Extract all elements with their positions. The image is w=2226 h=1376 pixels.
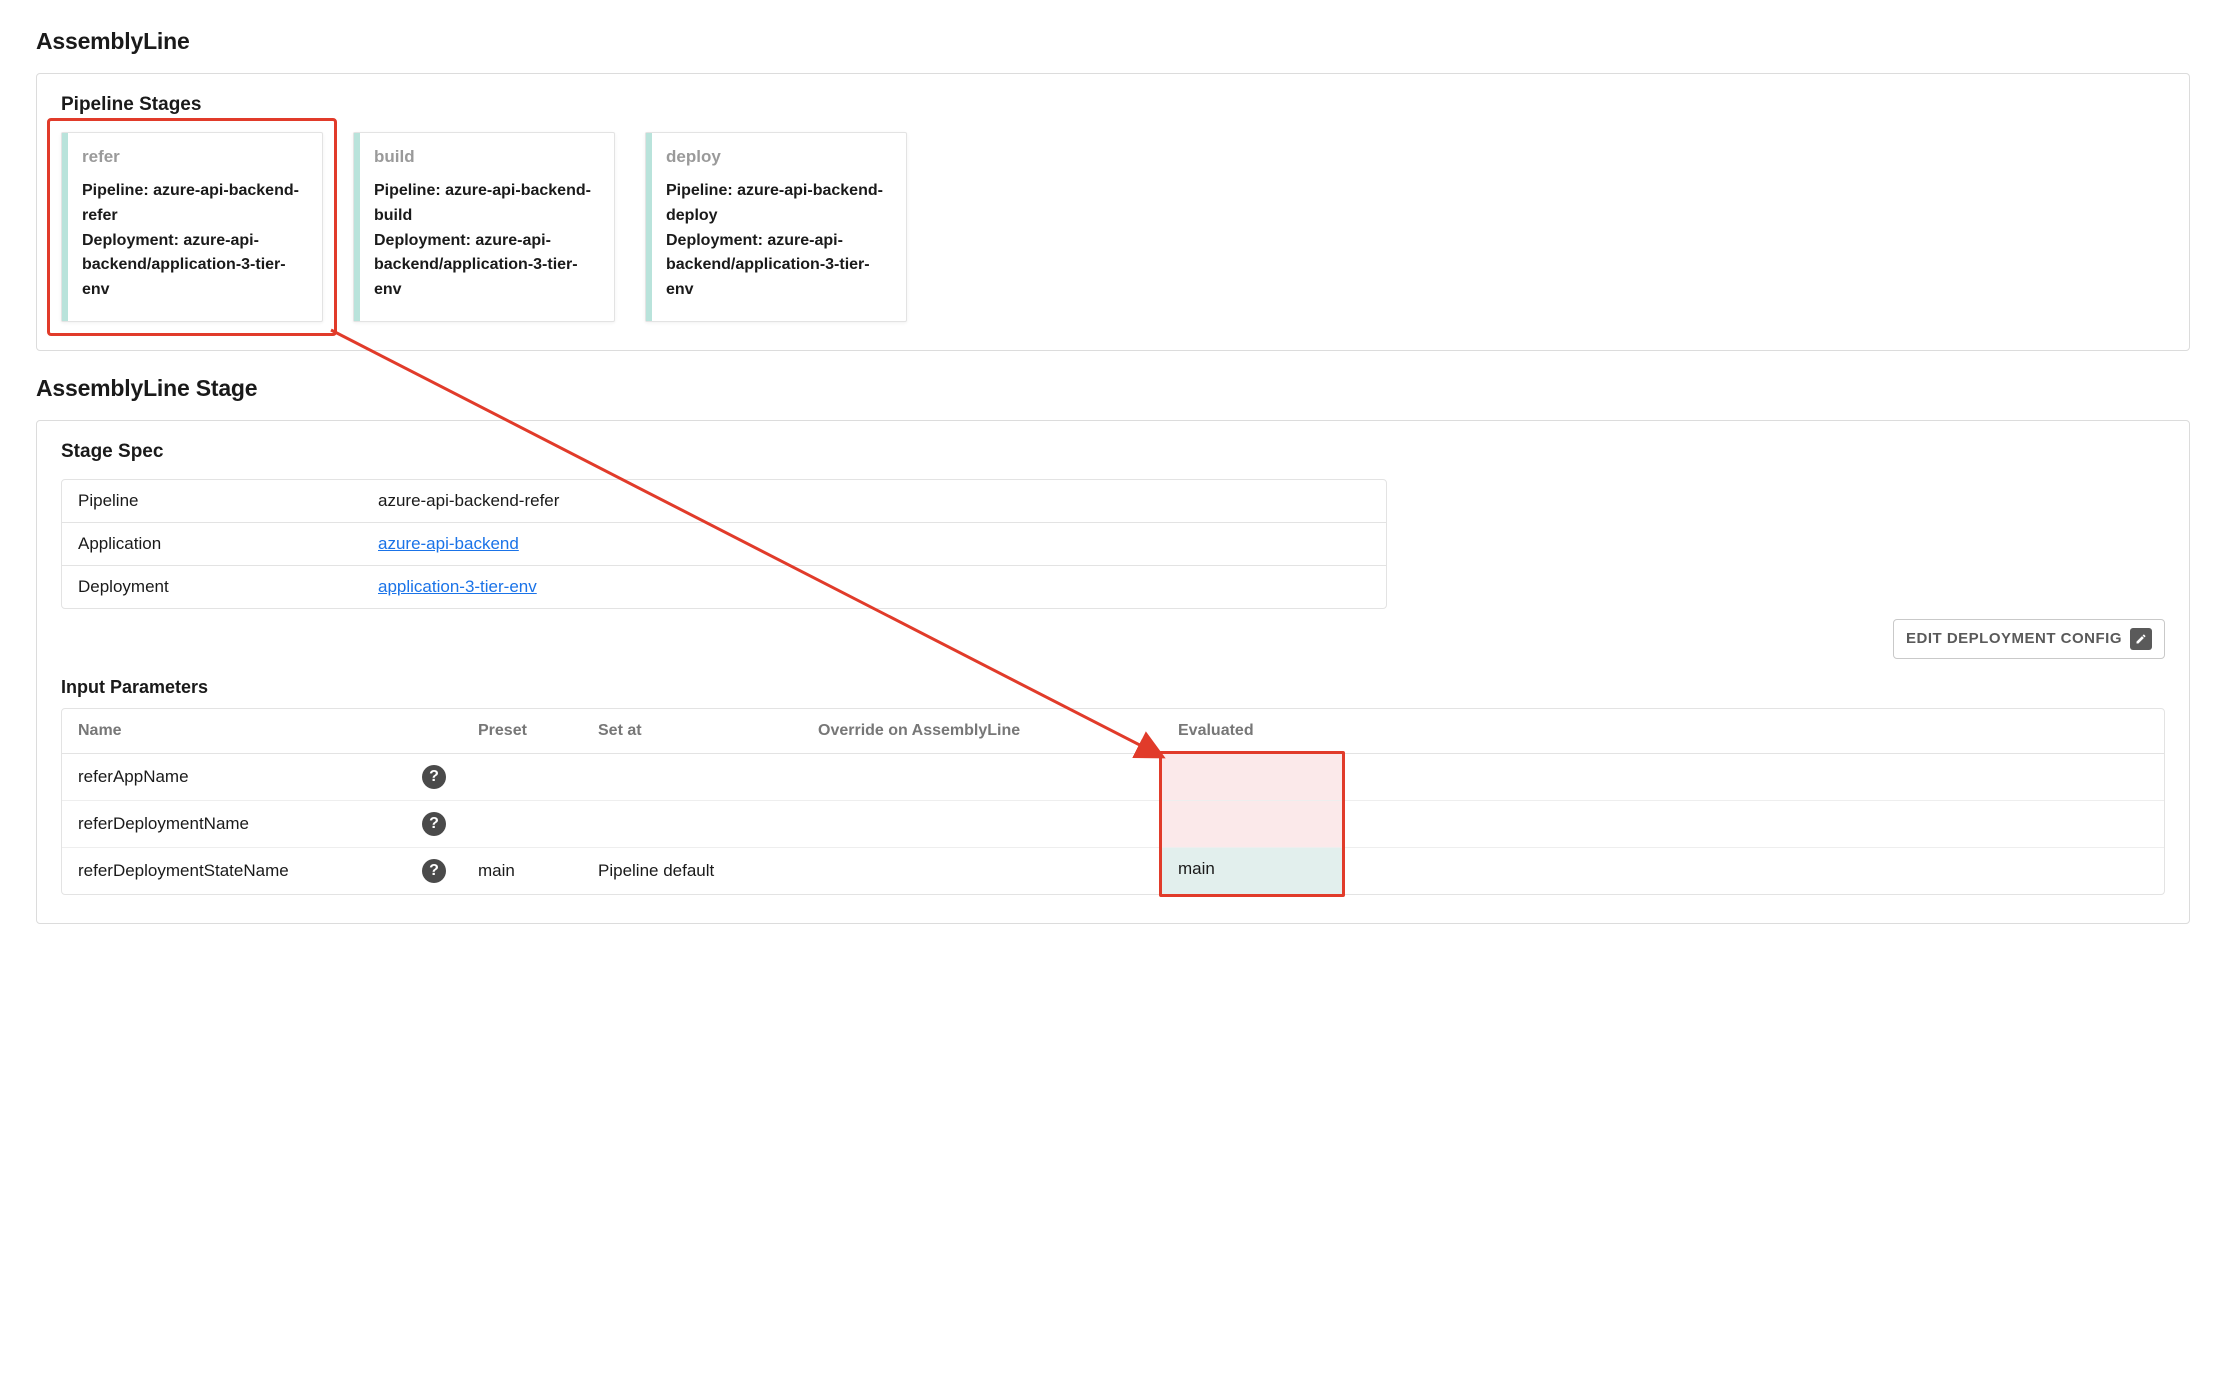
spec-key: Application (62, 523, 362, 565)
col-header-evaluated: Evaluated (1162, 709, 1342, 753)
param-name-cell: referDeploymentStateName? (62, 848, 462, 894)
section-title-assemblyline-stage: AssemblyLine Stage (36, 375, 2190, 402)
spec-value: azure-api-backend-refer (362, 480, 1386, 522)
stage-name: build (374, 147, 598, 167)
param-override (802, 813, 1162, 835)
param-name: referAppName (78, 767, 189, 787)
param-preset (462, 813, 582, 835)
stage-name: deploy (666, 147, 890, 167)
col-header-preset: Preset (462, 709, 582, 753)
pencil-icon (2130, 628, 2152, 650)
panel-title-pipeline-stages: Pipeline Stages (61, 94, 2165, 116)
param-name-cell: referAppName? (62, 754, 462, 800)
param-evaluated (1162, 801, 1342, 847)
table-row: referDeploymentStateName?mainPipeline de… (62, 847, 2164, 894)
spec-link[interactable]: azure-api-backend (378, 534, 519, 553)
table-row: referAppName? (62, 754, 2164, 800)
col-header-override: Override on AssemblyLine (802, 709, 1162, 753)
param-override (802, 766, 1162, 788)
spec-link[interactable]: application-3-tier-env (378, 577, 537, 596)
param-name: referDeploymentStateName (78, 861, 289, 881)
help-icon[interactable]: ? (422, 812, 446, 836)
panel-title-stage-spec: Stage Spec (61, 441, 2165, 463)
spec-row: Application azure-api-backend (62, 522, 1386, 565)
param-set-at: Pipeline default (582, 850, 802, 892)
panel-pipeline-stages: Pipeline Stages refer Pipeline: azure-api… (36, 73, 2190, 351)
input-parameters-title: Input Parameters (61, 677, 2165, 698)
stage-name: refer (82, 147, 306, 167)
stage-card-build[interactable]: build Pipeline: azure-api-backend-buildDe… (353, 132, 615, 322)
spec-key: Pipeline (62, 480, 362, 522)
stage-pipeline: Pipeline: azure-api-backend-deploy (666, 179, 890, 229)
input-parameters-header-row: Name Preset Set at Override on AssemblyL… (62, 709, 2164, 754)
param-evaluated: main (1162, 848, 1342, 894)
param-preset: main (462, 850, 582, 892)
stage-card-deploy[interactable]: deploy Pipeline: azure-api-backend-deploy… (645, 132, 907, 322)
stage-pipeline: Pipeline: azure-api-backend-refer (82, 179, 306, 229)
stage-deployment: Deployment: azure-api-backend/applicatio… (374, 229, 598, 303)
param-set-at (582, 813, 802, 835)
spec-value[interactable]: application-3-tier-env (362, 566, 1386, 608)
param-override (802, 860, 1162, 882)
param-preset (462, 766, 582, 788)
table-row: referDeploymentName? (62, 800, 2164, 847)
param-name: referDeploymentName (78, 814, 249, 834)
param-name-cell: referDeploymentName? (62, 801, 462, 847)
stage-deployment: Deployment: azure-api-backend/applicatio… (666, 229, 890, 303)
stage-deployment: Deployment: azure-api-backend/applicatio… (82, 229, 306, 303)
col-header-name: Name (62, 709, 462, 753)
pipeline-stages-row: referPipeline: azure-api-backend-referDe… (61, 132, 2165, 322)
help-icon[interactable]: ? (422, 859, 446, 883)
edit-deployment-config-label: EDIT DEPLOYMENT CONFIG (1906, 630, 2122, 647)
panel-stage-spec: Stage Spec Pipelineazure-api-backend-ref… (36, 420, 2190, 924)
help-icon[interactable]: ? (422, 765, 446, 789)
stage-pipeline: Pipeline: azure-api-backend-build (374, 179, 598, 229)
param-set-at (582, 766, 802, 788)
param-evaluated (1162, 754, 1342, 800)
spec-value[interactable]: azure-api-backend (362, 523, 1386, 565)
spec-key: Deployment (62, 566, 362, 608)
spec-row: Pipelineazure-api-backend-refer (62, 480, 1386, 522)
spec-row: Deployment application-3-tier-env (62, 565, 1386, 608)
col-header-setat: Set at (582, 709, 802, 753)
edit-deployment-config-button[interactable]: EDIT DEPLOYMENT CONFIG (1893, 619, 2165, 659)
stage-spec-table: Pipelineazure-api-backend-referApplicati… (61, 479, 1387, 609)
stage-card-refer[interactable]: refer Pipeline: azure-api-backend-referDe… (61, 132, 323, 322)
section-title-assemblyline: AssemblyLine (36, 28, 2190, 55)
input-parameters-table: Name Preset Set at Override on AssemblyL… (61, 708, 2165, 895)
